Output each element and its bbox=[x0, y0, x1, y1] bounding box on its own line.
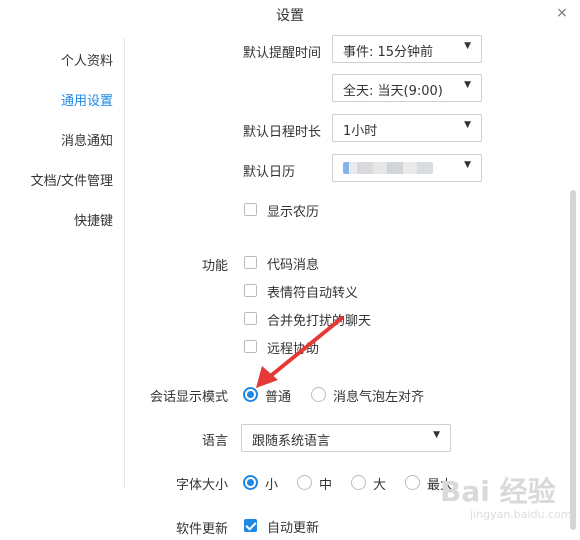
feature-emoji-escape-row[interactable]: 表情符自动转义 bbox=[244, 281, 404, 301]
sidebar-item-general[interactable]: 通用设置 bbox=[61, 90, 113, 109]
calendar-label: 默认日历 bbox=[243, 165, 296, 180]
font-size-medium-row[interactable]: 中 bbox=[297, 473, 342, 493]
font-size-large-row[interactable]: 大 bbox=[351, 473, 396, 493]
display-mode-normal-row[interactable]: 普通 bbox=[243, 385, 303, 405]
reminder-event-select[interactable]: 事件: 15分钟前 ▼ bbox=[332, 35, 482, 63]
sidebar-item-files[interactable]: 文档/文件管理 bbox=[31, 170, 113, 189]
close-icon[interactable]: × bbox=[552, 3, 572, 23]
display-mode-normal-radio[interactable] bbox=[243, 387, 258, 402]
watermark-logo: Bai 经验 bbox=[440, 475, 556, 508]
feature-code-message-label: 代码消息 bbox=[267, 258, 320, 273]
display-mode-label: 会话显示模式 bbox=[150, 390, 229, 405]
feature-merge-dnd-label: 合并免打扰的聊天 bbox=[267, 314, 372, 329]
feature-remote-assist-row[interactable]: 远程协助 bbox=[244, 337, 384, 357]
feature-emoji-escape-checkbox[interactable] bbox=[244, 284, 257, 297]
chevron-down-icon: ▼ bbox=[464, 120, 471, 130]
update-label: 软件更新 bbox=[176, 522, 229, 537]
title-bar: 设置 × bbox=[0, 0, 580, 30]
auto-update-label: 自动更新 bbox=[267, 521, 320, 536]
calendar-select[interactable]: ▼ bbox=[332, 154, 482, 182]
general-settings-panel: 默认提醒时间 事件: 15分钟前 ▼ 全天: 当天(9:00) ▼ 默认日程时长… bbox=[126, 30, 566, 540]
feature-remote-assist-checkbox[interactable] bbox=[244, 340, 257, 353]
lunar-checkbox[interactable] bbox=[244, 203, 257, 216]
language-select[interactable]: 跟随系统语言 ▼ bbox=[241, 424, 451, 452]
feature-emoji-escape-label: 表情符自动转义 bbox=[267, 286, 359, 301]
feature-code-message-checkbox[interactable] bbox=[244, 256, 257, 269]
reminder-allday-value: 全天: 当天(9:00) bbox=[343, 84, 443, 99]
watermark-sub: jingyan.baidu.com bbox=[470, 508, 572, 521]
display-mode-bubble-left-radio[interactable] bbox=[311, 387, 326, 402]
display-mode-normal-label: 普通 bbox=[265, 390, 292, 405]
reminder-label: 默认提醒时间 bbox=[243, 46, 322, 61]
calendar-value-blurred bbox=[343, 162, 433, 174]
sidebar-item-profile[interactable]: 个人资料 bbox=[61, 50, 113, 69]
sidebar: 个人资料 通用设置 消息通知 文档/文件管理 快捷键 bbox=[0, 30, 125, 540]
font-size-large-radio[interactable] bbox=[351, 475, 366, 490]
font-size-small-radio[interactable] bbox=[243, 475, 258, 490]
font-size-largest-radio[interactable] bbox=[405, 475, 420, 490]
features-label: 功能 bbox=[202, 259, 229, 274]
font-size-small-label: 小 bbox=[265, 478, 279, 493]
feature-remote-assist-label: 远程协助 bbox=[267, 342, 320, 357]
chevron-down-icon: ▼ bbox=[433, 430, 440, 440]
chevron-down-icon: ▼ bbox=[464, 160, 471, 170]
duration-value: 1小时 bbox=[343, 124, 378, 139]
chevron-down-icon: ▼ bbox=[464, 80, 471, 90]
sidebar-item-notifications[interactable]: 消息通知 bbox=[61, 130, 113, 149]
reminder-event-value: 事件: 15分钟前 bbox=[343, 45, 434, 60]
scrollbar-thumb[interactable] bbox=[570, 190, 576, 530]
duration-select[interactable]: 1小时 ▼ bbox=[332, 114, 482, 142]
font-size-large-label: 大 bbox=[373, 478, 387, 493]
auto-update-checkbox[interactable] bbox=[244, 519, 257, 532]
lunar-label: 显示农历 bbox=[267, 205, 320, 220]
window-title: 设置 bbox=[276, 8, 304, 24]
font-size-medium-radio[interactable] bbox=[297, 475, 312, 490]
font-size-medium-label: 中 bbox=[319, 478, 333, 493]
feature-code-message-row[interactable]: 代码消息 bbox=[244, 253, 384, 273]
font-size-label: 字体大小 bbox=[176, 478, 229, 493]
display-mode-bubble-left-label: 消息气泡左对齐 bbox=[333, 390, 425, 405]
language-value: 跟随系统语言 bbox=[252, 434, 331, 449]
language-label: 语言 bbox=[202, 434, 229, 449]
chevron-down-icon: ▼ bbox=[464, 41, 471, 51]
sidebar-item-shortcuts[interactable]: 快捷键 bbox=[74, 210, 113, 229]
feature-merge-dnd-checkbox[interactable] bbox=[244, 312, 257, 325]
reminder-allday-select[interactable]: 全天: 当天(9:00) ▼ bbox=[332, 74, 482, 102]
feature-merge-dnd-row[interactable]: 合并免打扰的聊天 bbox=[244, 309, 414, 329]
sidebar-divider bbox=[124, 38, 125, 488]
auto-update-row[interactable]: 自动更新 bbox=[244, 516, 344, 536]
display-mode-bubble-left-row[interactable]: 消息气泡左对齐 bbox=[311, 385, 441, 405]
lunar-checkbox-row[interactable]: 显示农历 bbox=[244, 200, 364, 220]
duration-label: 默认日程时长 bbox=[243, 125, 322, 140]
font-size-small-row[interactable]: 小 bbox=[243, 473, 288, 493]
